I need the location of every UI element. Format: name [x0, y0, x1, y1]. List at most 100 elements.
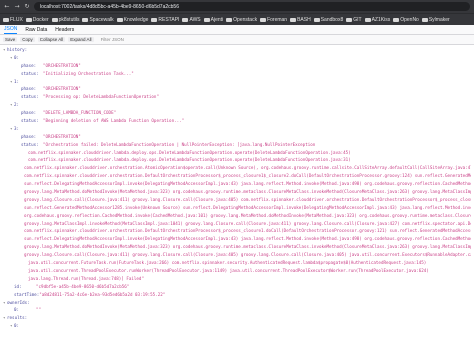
json-value: com.netflix.spinnaker.clouddriver.lambda…	[28, 149, 351, 155]
json-key: 2:	[14, 102, 20, 108]
json-key: status:	[21, 118, 39, 124]
json-row: phase: "ORCHESTRATION"	[3, 133, 471, 141]
json-row[interactable]: ▾ results:	[3, 314, 471, 322]
bookmark-label: GIT	[353, 16, 362, 23]
json-row[interactable]: ▾ 0:	[3, 322, 471, 330]
folder-icon	[421, 17, 428, 22]
json-key: 0:	[14, 54, 20, 60]
json-row[interactable]: ▾ 0:	[3, 54, 471, 62]
json-value: "DELETE_LAMBDA_FUNCTION_CODE"	[43, 110, 117, 116]
json-viewer-tabs: JSON Raw Data Headers	[0, 25, 474, 35]
bookmark-label: Sylmaker	[428, 16, 450, 23]
bookmarks-bar: FLUX Docker pk8stutils Spacewalk Knowledge RE…	[0, 13, 474, 25]
json-value: "ORCHESTRATION"	[43, 86, 81, 92]
back-icon[interactable]: ←	[4, 3, 10, 10]
copy-button[interactable]: Copy	[20, 37, 35, 42]
json-row: 0: ""	[3, 306, 471, 314]
folder-icon	[226, 17, 233, 22]
folder-icon	[260, 17, 267, 22]
bookmark-item[interactable]: Openstack	[226, 17, 257, 23]
json-value: "Orchestration failed: DeleteLambdaFunct…	[43, 141, 316, 147]
json-toolbar: Save Copy Collapse All Expand All Filter…	[0, 35, 474, 45]
bookmark-item[interactable]: AWS	[182, 17, 201, 23]
json-key: 0:	[14, 307, 20, 313]
json-row: status: "Beginning deletion of AWS Lambda…	[3, 117, 471, 125]
json-key: status:	[21, 94, 39, 100]
folder-icon	[364, 17, 371, 22]
address-bar[interactable]: localhost:7002/tasks/4d8d5bc-a45b-4be9-8…	[34, 2, 470, 11]
browser-toolbar: ← → ↻ localhost:7002/tasks/4d8d5bc-a45b-…	[0, 0, 474, 13]
reload-icon[interactable]: ↻	[24, 3, 30, 10]
json-key: ownerIds:	[7, 299, 30, 305]
json-value: "Beginning deletion of AWS Lambda Functi…	[43, 118, 185, 124]
json-row[interactable]: ▾ ownerIds:	[3, 299, 471, 307]
bookmark-label: OpenNo	[400, 16, 419, 23]
expand-all-button[interactable]: Expand All	[68, 37, 94, 42]
bookmark-item[interactable]: Knowledge	[116, 17, 148, 23]
json-key: phase:	[21, 133, 37, 139]
bookmark-item[interactable]: pk8stutils	[51, 16, 80, 23]
folder-icon	[82, 17, 89, 22]
bookmark-item[interactable]: Ajenti	[203, 17, 223, 23]
json-row: groovy.lang.Closure.call(Closure.java:41…	[3, 196, 471, 204]
json-row[interactable]: ▾ 3:	[3, 125, 471, 133]
bookmark-item[interactable]: GIT	[346, 16, 362, 23]
json-key: 1:	[14, 78, 20, 84]
bookmark-item[interactable]: Spacewalk	[82, 16, 114, 23]
tab-headers[interactable]: Headers	[55, 27, 74, 34]
bookmark-item[interactable]: Foreman	[260, 17, 287, 23]
json-row[interactable]: ▾ 1:	[3, 78, 471, 86]
bookmark-label: BASH	[297, 16, 311, 23]
bookmark-item[interactable]: Sandbox8	[313, 17, 343, 23]
json-value: groovy.lang.MetaMethod.doMethodInvoke(Me…	[24, 244, 471, 250]
folder-icon	[151, 17, 158, 22]
json-key: history:	[7, 47, 28, 52]
bookmark-label: Foreman	[267, 16, 288, 23]
json-row[interactable]: ▾ 2:	[3, 101, 471, 109]
json-row: phase: "ORCHESTRATION"	[3, 85, 471, 93]
json-row: sun.reflect.DelegatingMethodAccessorImpl…	[3, 180, 471, 188]
folder-icon	[51, 17, 58, 22]
json-row: status: "Processing op: DeleteLambdaFunct…	[3, 93, 471, 101]
json-value: sun.reflect.DelegatingMethodAccessorImpl…	[24, 236, 471, 242]
bookmark-item[interactable]: AZ1Kiss	[364, 16, 391, 23]
folder-icon	[116, 17, 123, 22]
json-key: results:	[7, 315, 28, 321]
bookmark-item[interactable]: FLUX	[3, 17, 23, 23]
collapse-all-button[interactable]: Collapse All	[37, 37, 66, 42]
json-tree: ▾ history: ▾ 0: phase: "ORCHESTRATION" status:…	[0, 45, 474, 331]
bookmark-label: pk8stutils	[58, 16, 80, 23]
save-button[interactable]: Save	[3, 37, 18, 42]
json-value: ""	[36, 307, 42, 313]
json-row: java.util.concurrent.FutureTask.run(Futu…	[3, 259, 471, 267]
forward-icon[interactable]: →	[14, 3, 20, 10]
bookmark-label: RESTAPI	[158, 16, 180, 23]
bookmark-label: AZ1Kiss	[371, 16, 391, 23]
json-value: groovy.lang.Closure.call(Closure.java:41…	[24, 252, 471, 258]
bookmark-label: Spacewalk	[89, 16, 114, 23]
bookmark-item[interactable]: Docker	[25, 17, 49, 23]
tab-json[interactable]: JSON	[4, 26, 18, 34]
json-key: 3:	[14, 125, 20, 131]
json-value: groovy.lang.Closure.call(Closure.java:41…	[24, 196, 471, 202]
json-value: "ORCHESTRATION"	[43, 133, 81, 139]
json-row[interactable]: ▾ history:	[3, 46, 471, 54]
json-row: sun.reflect.DelegatingMethodAccessorImpl…	[3, 235, 471, 243]
json-key: status:	[21, 70, 39, 76]
filter-json-input[interactable]: Filter JSON	[97, 37, 124, 42]
json-key: phase:	[21, 86, 37, 92]
bookmark-item[interactable]: Sylmaker	[421, 16, 450, 23]
json-value: com.netflix.spinnaker.clouddriver.lambda…	[28, 157, 351, 163]
bookmark-item[interactable]: BASH	[290, 17, 311, 23]
json-row: groovy.lang.Closure.call(Closure.java:41…	[3, 251, 471, 259]
json-value: "ORCHESTRATION"	[43, 62, 81, 68]
bookmark-item[interactable]: RESTAPI	[151, 17, 179, 23]
json-key: status:	[21, 141, 39, 147]
bookmark-item[interactable]: OpenNo	[393, 17, 419, 23]
json-row: startTime: "a8d24811-75a2-4c6e-b2ea-93d5e…	[3, 291, 471, 299]
folder-icon	[25, 17, 32, 22]
tab-raw-data[interactable]: Raw Data	[25, 27, 47, 34]
json-value: com.netflix.spinnaker.clouddriver.orches…	[24, 228, 471, 234]
json-value: sun.reflect.DelegatingMethodAccessorImpl…	[24, 181, 471, 187]
json-row: org.codehaus.groovy.reflection.CachedMet…	[3, 212, 471, 220]
